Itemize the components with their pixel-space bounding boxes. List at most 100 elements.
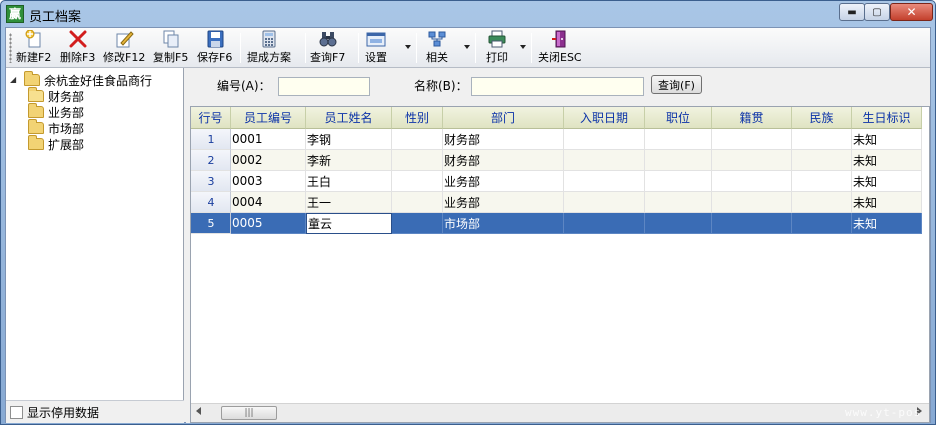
cell-native-place[interactable] [712, 150, 792, 171]
cell-gender[interactable] [392, 150, 443, 171]
commission-plan-button[interactable]: 提成方案 [247, 30, 291, 66]
cell-department[interactable]: 业务部 [443, 192, 564, 213]
horizontal-scrollbar[interactable]: ||| [191, 403, 929, 422]
tree-node-finance[interactable]: 财务部 [10, 87, 152, 104]
row-number[interactable]: 4 [191, 192, 231, 213]
cell-birthday-flag[interactable]: 未知 [852, 213, 922, 234]
table-row[interactable]: 3 0003 王白 业务部 未知 [191, 171, 922, 192]
related-label: 相关 [426, 51, 448, 64]
close-button[interactable]: ✕ [890, 3, 933, 21]
cell-position[interactable] [645, 171, 712, 192]
cell-ethnicity[interactable] [792, 150, 852, 171]
tree-node-sales[interactable]: 业务部 [10, 103, 152, 120]
column-header[interactable]: 民族 [792, 107, 852, 129]
cell-ethnicity[interactable] [792, 213, 852, 234]
related-dropdown-arrow-icon[interactable] [464, 45, 470, 49]
cell-ethnicity[interactable] [792, 192, 852, 213]
toolbar-separator [531, 33, 532, 63]
cell-ethnicity[interactable] [792, 171, 852, 192]
table-row[interactable]: 4 0004 王一 业务部 未知 [191, 192, 922, 213]
name-input[interactable] [471, 77, 644, 96]
scroll-thumb[interactable]: ||| [221, 406, 277, 420]
table-row[interactable]: 2 0002 李新 财务部 未知 [191, 150, 922, 171]
column-header[interactable]: 行号 [191, 107, 231, 129]
row-number[interactable]: 1 [191, 129, 231, 150]
toolbar-grip[interactable] [9, 33, 12, 63]
tree-root[interactable]: ◢ 余杭金好佳食品商行 [10, 71, 152, 88]
cell-name[interactable]: 李钢 [306, 129, 392, 150]
cell-birthday-flag[interactable]: 未知 [852, 129, 922, 150]
new-button[interactable]: 新建F2 [16, 29, 51, 66]
maximize-button[interactable]: ▢ [864, 3, 890, 21]
column-header[interactable]: 员工姓名 [306, 107, 392, 129]
cell-hire-date[interactable] [564, 192, 645, 213]
cell-code[interactable]: 0004 [231, 192, 306, 213]
cell-gender[interactable] [392, 192, 443, 213]
cell-position[interactable] [645, 192, 712, 213]
cell-name[interactable]: 王白 [306, 171, 392, 192]
tree-node-expansion[interactable]: 扩展部 [10, 135, 152, 152]
row-number[interactable]: 2 [191, 150, 231, 171]
cell-birthday-flag[interactable]: 未知 [852, 171, 922, 192]
cell-ethnicity[interactable] [792, 129, 852, 150]
code-input[interactable] [278, 77, 370, 96]
cell-code[interactable]: 0003 [231, 171, 306, 192]
related-button[interactable]: 相关 [426, 30, 448, 66]
cell-name[interactable]: 王一 [306, 192, 392, 213]
row-number[interactable]: 5 [191, 213, 231, 234]
cell-native-place[interactable] [712, 129, 792, 150]
query-button[interactable]: 查询F7 [310, 30, 345, 66]
settings-button[interactable]: 设置 [365, 30, 387, 66]
cell-hire-date[interactable] [564, 150, 645, 171]
cell-name[interactable]: 李新 [306, 150, 392, 171]
column-header[interactable]: 员工编号 [231, 107, 306, 129]
cell-position[interactable] [645, 213, 712, 234]
tree-node-marketing[interactable]: 市场部 [10, 119, 152, 136]
cell-gender[interactable] [392, 129, 443, 150]
cell-birthday-flag[interactable]: 未知 [852, 192, 922, 213]
column-header[interactable]: 性别 [392, 107, 443, 129]
edit-button[interactable]: 修改F12 [103, 30, 145, 66]
cell-department[interactable]: 业务部 [443, 171, 564, 192]
cell-department[interactable]: 市场部 [443, 213, 564, 234]
row-number[interactable]: 3 [191, 171, 231, 192]
column-header[interactable]: 职位 [645, 107, 712, 129]
cell-native-place[interactable] [712, 192, 792, 213]
column-header[interactable]: 生日标识 [852, 107, 922, 129]
cell-hire-date[interactable] [564, 171, 645, 192]
cell-code[interactable]: 0005 [231, 213, 306, 234]
cell-name-editor[interactable]: 童云 [306, 213, 392, 234]
settings-dropdown-arrow-icon[interactable] [405, 45, 411, 49]
column-header[interactable]: 籍贯 [712, 107, 792, 129]
title-bar[interactable]: 赢 员工档案 ▬ ▢ ✕ [1, 1, 935, 27]
cell-birthday-flag[interactable]: 未知 [852, 150, 922, 171]
close-esc-button[interactable]: 关闭ESC [538, 30, 582, 66]
minimize-button[interactable]: ▬ [839, 3, 865, 21]
cell-department[interactable]: 财务部 [443, 150, 564, 171]
show-disabled-checkbox[interactable] [10, 405, 23, 419]
scroll-left-icon[interactable] [196, 407, 201, 415]
cell-native-place[interactable] [712, 213, 792, 234]
column-header[interactable]: 入职日期 [564, 107, 645, 129]
copy-button[interactable]: 复制F5 [153, 30, 188, 66]
print-dropdown-arrow-icon[interactable] [520, 45, 526, 49]
table-row[interactable]: 1 0001 李钢 财务部 未知 [191, 129, 922, 150]
cell-hire-date[interactable] [564, 213, 645, 234]
column-header[interactable]: 部门 [443, 107, 564, 129]
cell-gender[interactable] [392, 171, 443, 192]
search-query-button[interactable]: 查询(F) [651, 75, 702, 94]
tree-collapse-icon[interactable]: ◢ [10, 75, 20, 85]
cell-department[interactable]: 财务部 [443, 129, 564, 150]
delete-button[interactable]: 删除F3 [60, 30, 95, 66]
cell-native-place[interactable] [712, 171, 792, 192]
cell-hire-date[interactable] [564, 129, 645, 150]
print-button[interactable]: 打印 [486, 30, 508, 66]
save-button[interactable]: 保存F6 [197, 30, 232, 66]
toolbar: 新建F2 删除F3 修改F12 复制F5 保存F6 提成方案 查询F7 设置 相… [6, 28, 930, 68]
cell-code[interactable]: 0002 [231, 150, 306, 171]
cell-position[interactable] [645, 150, 712, 171]
cell-gender[interactable] [392, 213, 443, 234]
table-row-selected[interactable]: 5 0005 童云 市场部 未知 [191, 213, 922, 234]
cell-position[interactable] [645, 129, 712, 150]
cell-code[interactable]: 0001 [231, 129, 306, 150]
